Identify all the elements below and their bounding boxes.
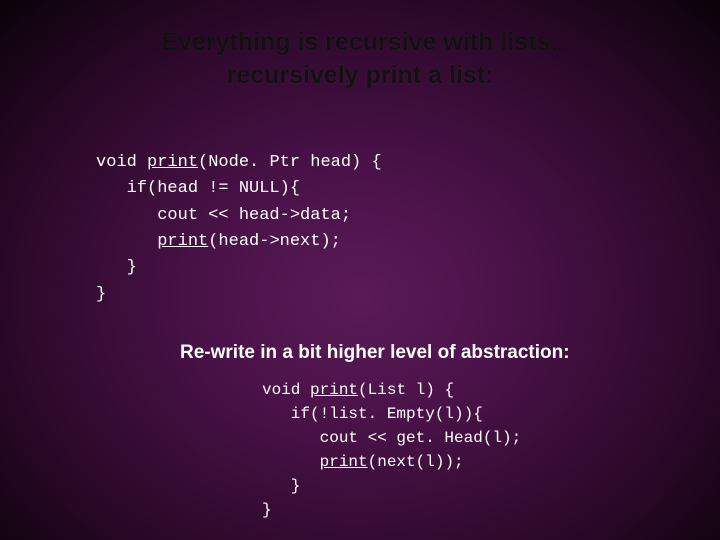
c2-l4c: (next(l)); (368, 453, 464, 471)
c1-l6: } (96, 285, 106, 304)
title-line-2: recursively print a list: (227, 61, 494, 89)
c1-l4c: (head->next); (208, 232, 341, 251)
c2-l6: } (262, 501, 272, 519)
c2-l2: if(!list. Empty(l)){ (262, 405, 483, 423)
title-line-1: Everything is recursive with lists: (161, 28, 558, 56)
c2-l1c: (List l) { (358, 381, 454, 399)
c1-l5: } (96, 258, 137, 277)
c2-l1a: void (262, 381, 310, 399)
c1-l1c: (Node. Ptr head) { (198, 153, 382, 172)
code-block-2: void print(List l) { if(!list. Empty(l))… (262, 378, 521, 522)
c1-l4b: print (157, 232, 208, 251)
c2-l1b: print (310, 381, 358, 399)
c1-l3: cout << head->data; (96, 206, 351, 225)
c1-l1b: print (147, 153, 198, 172)
c1-l4a (96, 232, 157, 251)
c1-l1a: void (96, 153, 147, 172)
slide: Everything is recursive with lists: recu… (0, 0, 720, 540)
c2-l3: cout << get. Head(l); (262, 429, 521, 447)
c2-l4b: print (320, 453, 368, 471)
c1-l2: if(head != NULL){ (96, 179, 300, 198)
c2-l5: } (262, 477, 300, 495)
subheading: Re-write in a bit higher level of abstra… (180, 342, 570, 364)
c2-l4a (262, 453, 320, 471)
code-block-1: void print(Node. Ptr head) { if(head != … (96, 150, 382, 308)
slide-title: Everything is recursive with lists: recu… (0, 0, 720, 91)
